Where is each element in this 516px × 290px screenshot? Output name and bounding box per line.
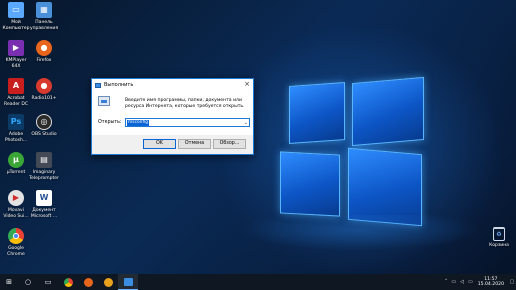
- task-view-button[interactable]: ▭: [38, 274, 58, 290]
- desktop-icon-label: Acrobat Reader DC: [4, 96, 28, 107]
- photoshop-icon: Ps: [8, 114, 24, 130]
- desktop-icon-label: Imaginary Teleprompter: [29, 170, 59, 181]
- run-dialog-titlebar[interactable]: Выполнить ×: [92, 79, 253, 91]
- desktop-icon-firefox[interactable]: ● Firefox: [29, 40, 59, 64]
- radio-icon: ●: [36, 78, 52, 94]
- utorrent-icon: μ: [8, 152, 24, 168]
- desktop-icon-recycle-bin[interactable]: ♻ Корзина: [484, 227, 514, 249]
- ok-button[interactable]: OK: [143, 139, 176, 149]
- windows-logo-pane: [289, 82, 345, 144]
- chrome-icon: [63, 277, 73, 287]
- acrobat-icon: A: [8, 78, 24, 94]
- control-panel-icon: ▦: [36, 2, 52, 18]
- desktop-icon-label: OBS Studio: [31, 132, 57, 137]
- firefox-icon: [83, 277, 93, 287]
- yandex-icon: [103, 277, 113, 287]
- windows-icon: ⊞: [6, 278, 12, 286]
- taskbar-firefox[interactable]: [78, 274, 98, 290]
- desktop-icon-word-document[interactable]: W Документ Microsoft ...: [29, 190, 59, 219]
- desktop-icon-radio[interactable]: ● Radio101+: [29, 78, 59, 102]
- desktop-icon-label: μTorrent: [6, 170, 26, 175]
- desktop-icon-label: Документ Microsoft ...: [30, 208, 58, 219]
- network-icon[interactable]: ▭: [451, 279, 456, 285]
- clock-date: 15.04.2020: [477, 282, 504, 287]
- taskbar: ⊞ ○ ▭ ˄ ▭ ◁ ▭ 11:57 15.04.2020 ▢: [0, 274, 516, 290]
- desktop-icon-photoshop[interactable]: Ps Adobe Photosh...: [1, 114, 31, 143]
- recycle-bin-icon: ♻: [493, 227, 505, 241]
- desktop-icon-movavi[interactable]: ▶ Movavi Video Sui...: [1, 190, 31, 219]
- clock[interactable]: 11:57 15.04.2020: [478, 277, 504, 288]
- desktop-icon-acrobat[interactable]: A Acrobat Reader DC: [1, 78, 31, 107]
- desktop-icon-label: Google Chrome: [7, 246, 25, 257]
- windows-logo-pane: [352, 76, 424, 147]
- computer-icon: ▭: [8, 2, 24, 18]
- desktop-icon-label: Radio101+: [31, 96, 57, 101]
- light-floor: [200, 215, 516, 275]
- chevron-up-icon[interactable]: ˄: [445, 279, 448, 285]
- desktop-icon-kmplayer[interactable]: ▶ KMPlayer 64X: [1, 40, 31, 69]
- desktop-icon-control-panel[interactable]: ▦ Панель управления: [29, 2, 59, 31]
- taskbar-chrome[interactable]: [58, 274, 78, 290]
- desktop-icon-label: Корзина: [489, 243, 509, 248]
- cancel-button[interactable]: Отмена: [178, 139, 211, 149]
- firefox-icon: ●: [36, 40, 52, 56]
- desktop-icon-my-computer[interactable]: ▭ Мой Компьютер: [1, 2, 31, 31]
- run-dialog-buttons: OK Отмена Обзор...: [92, 135, 253, 155]
- desktop-icon-teleprompter[interactable]: ▤ Imaginary Teleprompter: [29, 152, 59, 181]
- desktop-icon-label: Adobe Photosh...: [4, 132, 28, 143]
- open-label: Открыть:: [98, 120, 122, 125]
- desktop-icon-utorrent[interactable]: μ μTorrent: [1, 152, 31, 176]
- notification-icon[interactable]: ▢: [508, 274, 516, 290]
- kmplayer-icon: ▶: [8, 40, 24, 56]
- system-tray: ˄ ▭ ◁ ▭ 11:57 15.04.2020 ▢: [443, 274, 516, 290]
- desktop-wallpaper: [0, 0, 516, 290]
- start-button[interactable]: ⊞: [0, 274, 18, 290]
- open-input[interactable]: msconfig ⌄: [125, 118, 250, 127]
- movavi-icon: ▶: [8, 190, 24, 206]
- desktop-icon-label: Мой Компьютер: [2, 20, 30, 31]
- word-document-icon: W: [36, 190, 52, 206]
- run-dialog-description: Введите имя программы, папки, документа …: [125, 98, 245, 109]
- chevron-down-icon[interactable]: ⌄: [244, 119, 248, 127]
- windows-logo-pane: [280, 151, 340, 217]
- open-input-value[interactable]: msconfig: [127, 119, 150, 126]
- desktop-icon-obs[interactable]: ◎ OBS Studio: [29, 114, 59, 138]
- desktop-icon-label: Movavi Video Sui...: [3, 208, 29, 219]
- desktop-icon-label: KMPlayer 64X: [5, 58, 27, 69]
- taskbar-run[interactable]: [118, 274, 138, 290]
- search-button[interactable]: ○: [18, 274, 38, 290]
- obs-icon: ◎: [36, 114, 52, 130]
- desktop-icon-chrome[interactable]: Google Chrome: [1, 228, 31, 257]
- desktop-icon-label: Firefox: [36, 58, 52, 63]
- taskbar-yandex[interactable]: [98, 274, 118, 290]
- browse-button[interactable]: Обзор...: [213, 139, 246, 149]
- language-icon[interactable]: ▭: [468, 279, 473, 285]
- run-dialog-title: Выполнить: [104, 82, 134, 88]
- desktop-icon-label: Панель управления: [29, 20, 59, 31]
- run-program-icon: [98, 96, 110, 106]
- chrome-icon: [8, 228, 24, 244]
- run-dialog: Выполнить × Введите имя программы, папки…: [91, 78, 254, 155]
- run-icon: [95, 82, 101, 88]
- run-icon: [123, 277, 133, 286]
- teleprompter-icon: ▤: [36, 152, 52, 168]
- close-button[interactable]: ×: [244, 81, 250, 88]
- task-view-icon: ▭: [44, 278, 52, 286]
- run-dialog-body: Введите имя программы, папки, документа …: [92, 91, 253, 135]
- volume-icon[interactable]: ◁: [460, 279, 464, 285]
- search-icon: ○: [24, 278, 32, 286]
